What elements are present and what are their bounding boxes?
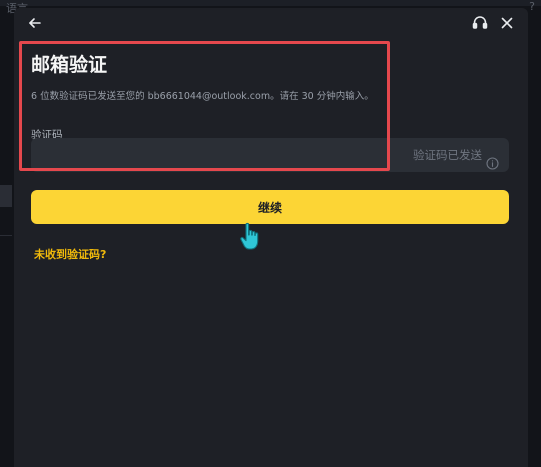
hand-pointer-icon xyxy=(238,221,264,255)
code-sent-label: 验证码已发送 xyxy=(413,148,482,162)
info-circle-icon[interactable] xyxy=(486,149,499,170)
email-verification-modal: 邮箱验证 6 位数验证码已发送至您的 bb6661044@outlook.com… xyxy=(14,8,528,467)
page-title: 邮箱验证 xyxy=(31,54,108,76)
code-field: 验证码已发送 xyxy=(31,138,509,172)
arrow-left-icon[interactable] xyxy=(26,14,44,32)
code-sent-status: 验证码已发送 xyxy=(413,138,499,172)
headset-icon[interactable] xyxy=(471,14,489,32)
resend-code-link[interactable]: 未收到验证码? xyxy=(34,246,106,262)
continue-button[interactable]: 继续 xyxy=(31,190,509,224)
backdrop-top-bar xyxy=(0,0,541,6)
close-icon[interactable] xyxy=(498,14,516,32)
verification-instructions: 6 位数验证码已发送至您的 bb6661044@outlook.com。请在 3… xyxy=(31,91,374,102)
verification-code-input[interactable] xyxy=(31,138,401,172)
backdrop-left-divider xyxy=(0,235,12,236)
backdrop-left-strip xyxy=(0,185,12,207)
backdrop-help-icon: ? xyxy=(529,0,535,13)
